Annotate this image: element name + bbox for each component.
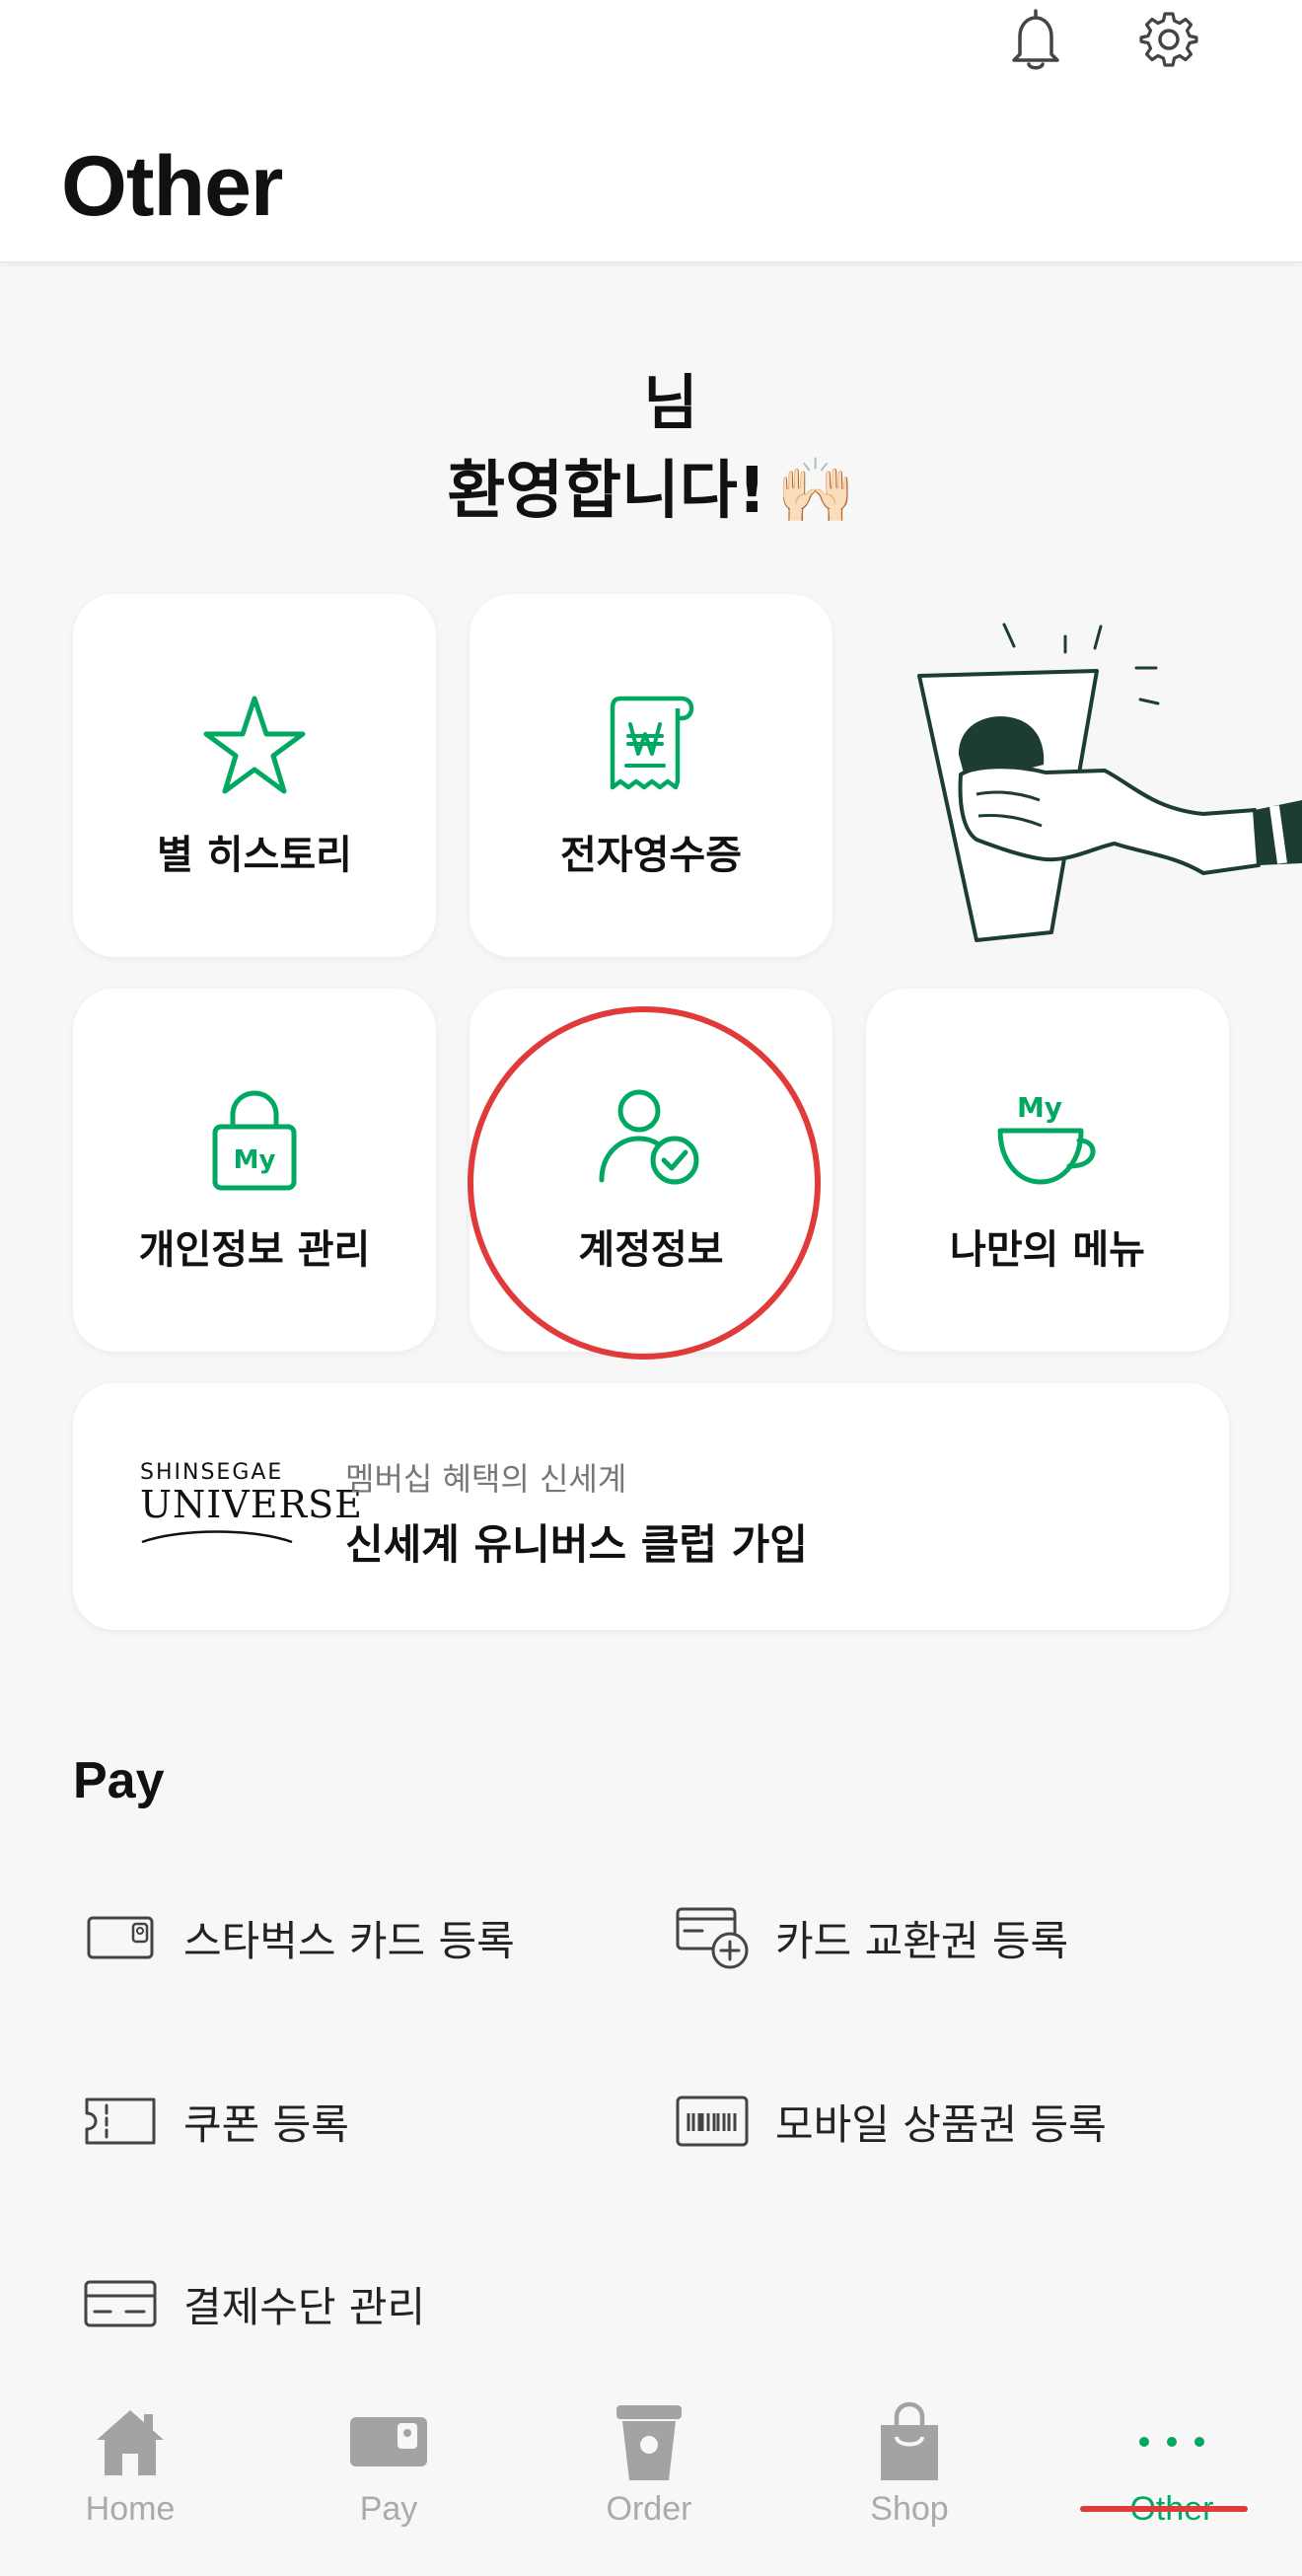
nav-shop[interactable]: Shop	[811, 2397, 1008, 2545]
logo-swoosh-icon	[141, 1530, 293, 1544]
pay-item-label: 카드 교환권 등록	[775, 1916, 1069, 1965]
user-check-icon	[599, 1089, 699, 1185]
card-icon	[87, 1916, 154, 1959]
more-icon	[1139, 2437, 1204, 2447]
logo-top-text: SHINSEGAE	[140, 1460, 284, 1485]
gear-icon	[1139, 12, 1198, 67]
card-add-icon	[676, 1907, 749, 1969]
barcode-icon	[676, 2096, 749, 2147]
nav-order[interactable]: Order	[550, 2397, 748, 2545]
home-icon	[97, 2410, 164, 2475]
nav-home[interactable]: Home	[32, 2397, 229, 2545]
lock-icon: My	[212, 1090, 297, 1191]
tile-privacy-label: 개인정보 관리	[138, 1227, 371, 1273]
pay-item-register-mobile-gift-card[interactable]: 모바일 상품권 등록	[673, 2082, 1107, 2161]
page-title: Other	[61, 139, 283, 234]
shinsegae-universe-banner[interactable]: SHINSEGAE UNIVERSE 멤버십 혜택의 신세계 신세계 유니버스 …	[73, 1383, 1229, 1630]
my-cup-icon: My	[997, 1091, 1096, 1185]
tile-my-menu[interactable]: My 나만의 메뉴	[866, 989, 1229, 1352]
cup-illustration-icon	[917, 623, 1302, 942]
welcome-message: 님 환영합니다! 🙌🏻	[0, 365, 1302, 541]
coupon-icon	[85, 2098, 156, 2145]
bell-icon	[1012, 9, 1059, 70]
raising-hands-emoji: 🙌🏻	[775, 455, 855, 528]
star-icon	[203, 696, 306, 794]
nav-shop-label: Shop	[870, 2490, 949, 2528]
tile-privacy-management[interactable]: My 개인정보 관리	[73, 989, 436, 1352]
receipt-icon	[610, 696, 694, 790]
nav-home-label: Home	[85, 2490, 176, 2528]
welcome-greeting: 환영합니다!	[447, 455, 766, 528]
credit-card-icon	[84, 2280, 157, 2327]
settings-button[interactable]	[1129, 0, 1208, 79]
pay-section-title: Pay	[73, 1752, 165, 1809]
cup-icon	[616, 2405, 682, 2480]
tile-e-receipt-label: 전자영수증	[560, 833, 742, 878]
club-subtitle: 멤버십 혜택의 신세계	[345, 1460, 627, 1498]
shinsegae-universe-logo: SHINSEGAE UNIVERSE	[140, 1460, 363, 1548]
pay-item-label: 쿠폰 등록	[183, 2099, 349, 2149]
cup-hand-illustration	[907, 607, 1302, 962]
pay-item-register-starbucks-card[interactable]: 스타벅스 카드 등록	[81, 1898, 515, 1977]
tile-star-history-label: 별 히스토리	[157, 833, 352, 878]
pay-item-register-coupon[interactable]: 쿠폰 등록	[81, 2082, 349, 2161]
nav-pay-label: Pay	[359, 2490, 418, 2528]
top-header: Other	[0, 0, 1302, 262]
nav-active-underline	[1080, 2506, 1248, 2512]
pay-icon	[350, 2417, 427, 2466]
pay-item-label: 스타벅스 카드 등록	[183, 1916, 515, 1965]
tile-account-info-label: 계정정보	[578, 1227, 724, 1273]
notifications-button[interactable]	[996, 0, 1075, 79]
bag-icon	[881, 2401, 938, 2480]
tile-account-info[interactable]: 계정정보	[470, 989, 832, 1352]
pay-item-register-card-voucher[interactable]: 카드 교환권 등록	[673, 1898, 1068, 1977]
club-title: 신세계 유니버스 클럽 가입	[345, 1520, 808, 1569]
nav-pay[interactable]: Pay	[290, 2397, 487, 2545]
cup-my-badge: My	[1017, 1091, 1062, 1124]
bottom-nav: Home Pay Order Shop Other	[0, 2368, 1302, 2576]
welcome-name: 님	[643, 369, 698, 438]
welcome-text-row: 환영합니다! 🙌🏻	[0, 442, 1302, 541]
logo-main-text: UNIVERSE	[140, 1483, 363, 1526]
nav-other[interactable]: Other	[1073, 2397, 1270, 2545]
nav-order-label: Order	[606, 2490, 692, 2528]
tile-star-history[interactable]: 별 히스토리	[73, 594, 436, 957]
tile-my-menu-label: 나만의 메뉴	[950, 1227, 1145, 1273]
pay-item-label: 모바일 상품권 등록	[775, 2099, 1107, 2149]
pay-item-manage-payment-methods[interactable]: 결제수단 관리	[81, 2264, 425, 2343]
lock-my-badge: My	[234, 1145, 276, 1175]
tile-e-receipt[interactable]: 전자영수증	[470, 594, 832, 957]
pay-item-label: 결제수단 관리	[183, 2282, 426, 2331]
